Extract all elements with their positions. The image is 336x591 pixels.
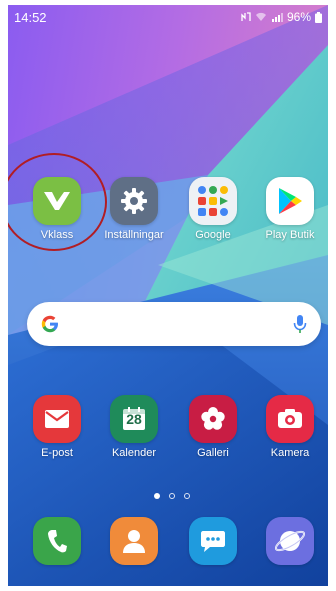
- gear-icon: [110, 177, 158, 225]
- status-time: 14:52: [14, 10, 47, 25]
- page-dot-1[interactable]: [154, 493, 160, 499]
- cell-signal-icon: [271, 13, 283, 22]
- contacts-icon: [110, 517, 158, 565]
- messages-icon: [189, 517, 237, 565]
- app-label: E-post: [41, 447, 73, 459]
- google-g-icon: [41, 315, 58, 333]
- status-bar: 14:52 96%: [8, 5, 328, 31]
- app-label: Kalender: [111, 447, 157, 459]
- app-gallery[interactable]: Galleri: [175, 395, 251, 460]
- app-label: Inställningar: [104, 229, 164, 241]
- envelope-icon: [33, 395, 81, 443]
- app-label: Kamera: [270, 447, 310, 459]
- wifi-icon: [255, 12, 266, 21]
- app-label: Google: [195, 229, 231, 241]
- app-settings[interactable]: Inställningar: [96, 177, 172, 242]
- play-store-icon: [266, 177, 314, 225]
- flower-icon: [189, 395, 237, 443]
- app-label: Play Butik: [265, 229, 315, 241]
- camera-icon: [266, 395, 314, 443]
- battery-percent: 96%: [286, 10, 311, 24]
- google-search-bar[interactable]: [27, 302, 321, 346]
- google-folder-icon: [189, 177, 237, 225]
- page-dot-2[interactable]: [169, 493, 175, 499]
- page-indicator: [154, 493, 190, 499]
- calendar-icon: 28: [110, 395, 158, 443]
- app-vklass[interactable]: Vklass: [19, 177, 95, 242]
- internet-icon: [266, 517, 314, 565]
- status-indicators: 96%: [241, 10, 322, 24]
- microphone-icon[interactable]: [293, 313, 307, 335]
- phone-icon: [33, 517, 81, 565]
- home-screen: 14:52 96% Vklass Inställningar Google Pl…: [8, 5, 328, 586]
- app-play-store[interactable]: Play Butik: [252, 177, 328, 242]
- app-label: Vklass: [40, 229, 74, 241]
- dock-messages[interactable]: [175, 517, 251, 565]
- nfc-signal-icon: [241, 12, 251, 21]
- dock-contacts[interactable]: [96, 517, 172, 565]
- app-calendar[interactable]: 28 Kalender: [96, 395, 172, 460]
- app-label: Galleri: [197, 447, 229, 459]
- app-email[interactable]: E-post: [19, 395, 95, 460]
- vklass-icon: [33, 177, 81, 225]
- battery-icon: [315, 11, 322, 23]
- dock-internet[interactable]: [252, 517, 328, 565]
- app-google-folder[interactable]: Google: [175, 177, 251, 242]
- calendar-day: 28: [126, 411, 142, 427]
- app-camera[interactable]: Kamera: [252, 395, 328, 460]
- page-dot-3[interactable]: [184, 493, 190, 499]
- dock-phone[interactable]: [19, 517, 95, 565]
